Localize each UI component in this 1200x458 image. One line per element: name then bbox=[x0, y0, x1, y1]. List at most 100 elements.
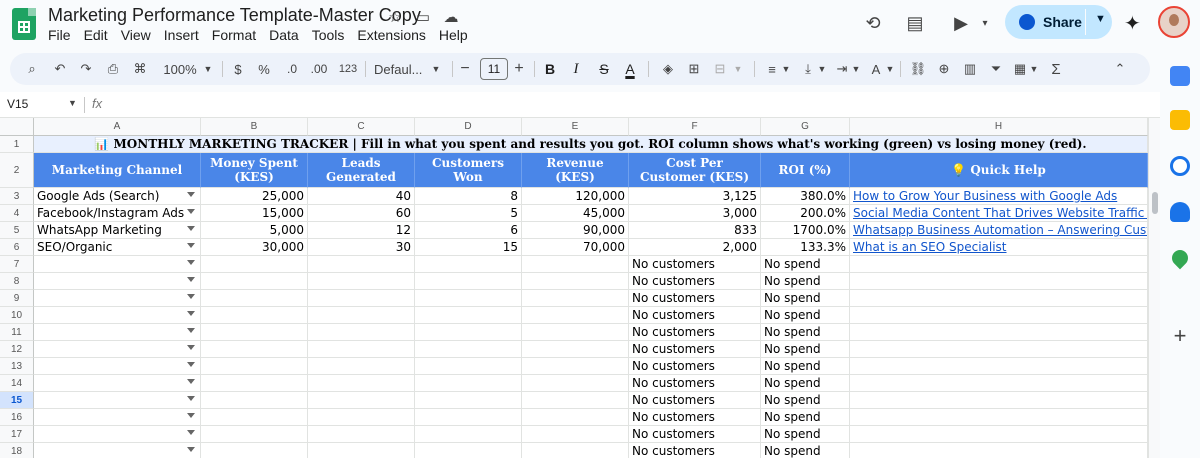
rotation-dropdown-icon[interactable]: ▼ bbox=[884, 53, 896, 85]
table-cell[interactable] bbox=[522, 341, 629, 358]
table-cell[interactable] bbox=[850, 392, 1148, 409]
table-cell[interactable] bbox=[201, 307, 308, 324]
row-header[interactable]: 17 bbox=[0, 426, 34, 443]
valign-dropdown-icon[interactable]: ▼ bbox=[816, 53, 828, 85]
table-cell[interactable] bbox=[522, 392, 629, 409]
row-header[interactable]: 4 bbox=[0, 205, 34, 222]
header-cell[interactable]: Cost Per Customer (KES) bbox=[629, 153, 761, 188]
collapse-toolbar-icon[interactable]: ⌃ bbox=[1110, 53, 1130, 85]
table-cell[interactable] bbox=[201, 273, 308, 290]
table-cell[interactable] bbox=[850, 409, 1148, 426]
row-header[interactable]: 6 bbox=[0, 239, 34, 256]
menu-edit[interactable]: Edit bbox=[84, 27, 114, 43]
channel-select-cell[interactable] bbox=[34, 443, 201, 458]
table-cell[interactable]: No customers bbox=[629, 426, 761, 443]
merge-cells-icon[interactable]: ⊟ bbox=[710, 53, 730, 85]
channel-select-cell[interactable] bbox=[34, 426, 201, 443]
table-cell[interactable]: 25,000 bbox=[201, 188, 308, 205]
table-cell[interactable] bbox=[308, 443, 415, 458]
header-cell[interactable]: Revenue (KES) bbox=[522, 153, 629, 188]
table-cell[interactable]: 90,000 bbox=[522, 222, 629, 239]
text-color-button[interactable]: A bbox=[622, 53, 638, 85]
select-all-corner[interactable] bbox=[0, 118, 34, 136]
table-cell[interactable] bbox=[522, 273, 629, 290]
table-cell[interactable]: No customers bbox=[629, 375, 761, 392]
horizontal-align-icon[interactable]: ≡ bbox=[762, 53, 782, 85]
filter-views-icon[interactable]: ▦ bbox=[1010, 53, 1030, 85]
paint-format-icon[interactable]: ⌘ bbox=[130, 53, 150, 85]
channel-select-cell[interactable] bbox=[34, 273, 201, 290]
percent-format-button[interactable]: % bbox=[256, 53, 272, 85]
dropdown-arrow-icon[interactable] bbox=[187, 396, 195, 401]
dropdown-arrow-icon[interactable] bbox=[187, 379, 195, 384]
table-cell[interactable]: 3,000 bbox=[629, 205, 761, 222]
row-header[interactable]: 16 bbox=[0, 409, 34, 426]
column-header-f[interactable]: F bbox=[629, 118, 761, 136]
contacts-icon[interactable] bbox=[1170, 202, 1190, 222]
increase-decimal-button[interactable]: .00 bbox=[308, 53, 330, 85]
move-folder-icon[interactable]: ▭ bbox=[414, 8, 432, 26]
dropdown-arrow-icon[interactable] bbox=[187, 277, 195, 282]
channel-select-cell[interactable] bbox=[34, 341, 201, 358]
table-cell[interactable] bbox=[308, 324, 415, 341]
table-cell[interactable]: No spend bbox=[761, 426, 850, 443]
table-cell[interactable]: 1700.0% bbox=[761, 222, 850, 239]
table-cell[interactable] bbox=[850, 443, 1148, 458]
table-cell[interactable] bbox=[522, 307, 629, 324]
sheet-grid[interactable]: A B C D E F G H 1 2 3 4 5 6 7 8 9 10 11 12 13 14 15 16 17 18 📊 MON… bbox=[0, 118, 1150, 458]
table-cell[interactable] bbox=[201, 256, 308, 273]
font-dropdown-icon[interactable]: ▼ bbox=[430, 53, 442, 85]
row-header[interactable]: 10 bbox=[0, 307, 34, 324]
table-cell[interactable] bbox=[415, 256, 522, 273]
menu-extensions[interactable]: Extensions bbox=[357, 27, 431, 43]
row-header[interactable]: 9 bbox=[0, 290, 34, 307]
table-cell[interactable] bbox=[415, 307, 522, 324]
table-cell[interactable]: 15,000 bbox=[201, 205, 308, 222]
column-header-g[interactable]: G bbox=[761, 118, 850, 136]
dropdown-arrow-icon[interactable] bbox=[187, 226, 195, 231]
name-box-dropdown-icon[interactable]: ▼ bbox=[68, 98, 77, 108]
menu-data[interactable]: Data bbox=[269, 27, 305, 43]
table-cell[interactable] bbox=[308, 273, 415, 290]
wrap-dropdown-icon[interactable]: ▼ bbox=[850, 53, 862, 85]
table-cell[interactable]: 833 bbox=[629, 222, 761, 239]
zoom-select[interactable]: 100% bbox=[160, 53, 200, 85]
table-cell[interactable]: No customers bbox=[629, 341, 761, 358]
row-header[interactable]: 1 bbox=[0, 136, 34, 153]
table-cell[interactable] bbox=[850, 256, 1148, 273]
row-header[interactable]: 12 bbox=[0, 341, 34, 358]
row-header[interactable]: 5 bbox=[0, 222, 34, 239]
table-cell[interactable] bbox=[201, 443, 308, 458]
header-cell[interactable]: Marketing Channel bbox=[34, 153, 201, 188]
table-cell[interactable] bbox=[850, 426, 1148, 443]
dropdown-arrow-icon[interactable] bbox=[187, 345, 195, 350]
decrease-decimal-button[interactable]: .0 bbox=[282, 53, 302, 85]
table-cell[interactable] bbox=[415, 324, 522, 341]
insert-comment-icon[interactable]: ⊕ bbox=[934, 53, 954, 85]
dropdown-arrow-icon[interactable] bbox=[187, 447, 195, 452]
table-cell[interactable]: No spend bbox=[761, 273, 850, 290]
borders-icon[interactable]: ⊞ bbox=[684, 53, 704, 85]
maps-icon[interactable] bbox=[1168, 246, 1192, 270]
column-header-a[interactable]: A bbox=[34, 118, 201, 136]
row-header[interactable]: 18 bbox=[0, 443, 34, 458]
cloud-status-icon[interactable]: ☁ bbox=[442, 8, 460, 26]
table-cell[interactable] bbox=[308, 290, 415, 307]
table-cell[interactable]: 45,000 bbox=[522, 205, 629, 222]
table-cell[interactable] bbox=[201, 392, 308, 409]
dropdown-arrow-icon[interactable] bbox=[187, 328, 195, 333]
vertical-scrollbar[interactable] bbox=[1148, 118, 1160, 458]
font-select[interactable]: Defaul... bbox=[374, 53, 438, 85]
menu-insert[interactable]: Insert bbox=[164, 27, 205, 43]
table-cell[interactable]: 30,000 bbox=[201, 239, 308, 256]
menu-view[interactable]: View bbox=[121, 27, 157, 43]
table-cell[interactable]: 380.0% bbox=[761, 188, 850, 205]
functions-icon[interactable]: Σ bbox=[1046, 53, 1066, 85]
table-cell[interactable]: 120,000 bbox=[522, 188, 629, 205]
table-cell[interactable] bbox=[850, 375, 1148, 392]
column-header-d[interactable]: D bbox=[415, 118, 522, 136]
table-cell[interactable]: 133.3% bbox=[761, 239, 850, 256]
meet-icon[interactable]: ▶ bbox=[950, 12, 972, 34]
tracker-banner[interactable]: 📊 MONTHLY MARKETING TRACKER | Fill in wh… bbox=[34, 136, 1148, 153]
row-header[interactable]: 13 bbox=[0, 358, 34, 375]
